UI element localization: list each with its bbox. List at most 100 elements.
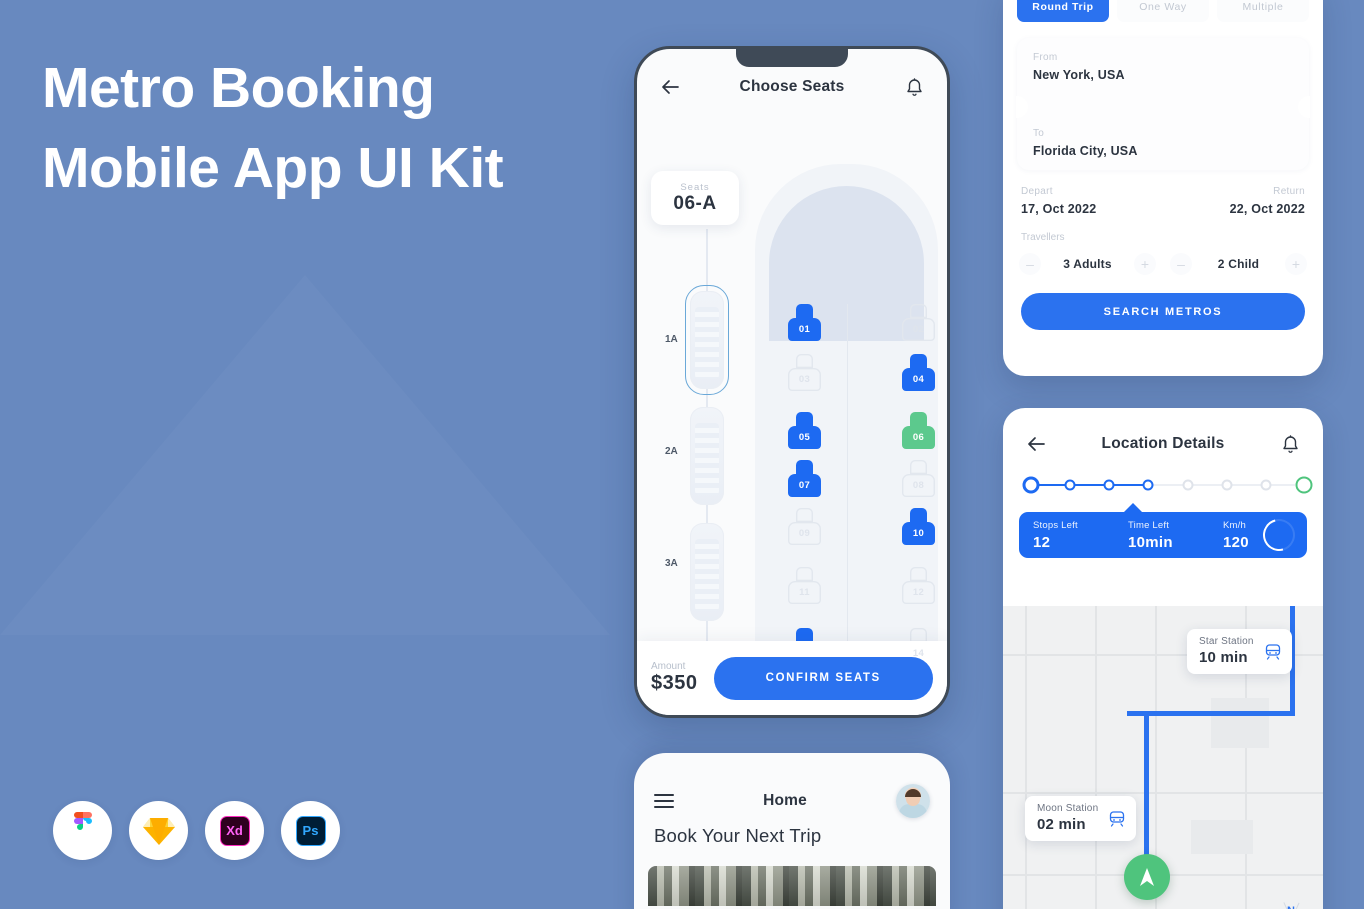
adults-stepper: – 3 Adults + — [1019, 253, 1156, 275]
tab-multiple[interactable]: Multiple — [1217, 0, 1309, 22]
tool-badges: Xd Ps — [53, 801, 340, 860]
compass-control[interactable]: N — [1271, 899, 1311, 909]
journey-progress — [1022, 474, 1313, 496]
location-appbar: Location Details — [1003, 408, 1323, 464]
seat-11[interactable]: 11 — [788, 567, 821, 604]
seat-12[interactable]: 12 — [902, 567, 935, 604]
seat-08[interactable]: 08 — [902, 460, 935, 497]
payment-bar: Amount $350 CONFIRM SEATS — [637, 641, 947, 715]
carriage-3a[interactable] — [690, 523, 724, 621]
child-value: 2 Child — [1217, 257, 1260, 271]
return-value: 22, Oct 2022 — [1229, 202, 1305, 216]
sketch-icon — [142, 817, 175, 845]
confirm-seats-button[interactable]: CONFIRM SEATS — [713, 656, 933, 700]
stop-dot-4[interactable] — [1142, 479, 1154, 491]
star-station-label[interactable]: Star Station 10 min — [1187, 629, 1292, 674]
location-notifications-button[interactable] — [1277, 431, 1303, 457]
depart-field[interactable]: Depart 17, Oct 2022 — [1021, 186, 1096, 216]
stop-dot-3[interactable] — [1103, 479, 1115, 491]
menu-button[interactable] — [654, 794, 674, 808]
child-stepper: – 2 Child + — [1170, 253, 1307, 275]
arrow-left-icon — [1028, 437, 1045, 451]
figma-icon — [73, 811, 92, 830]
location-title: Location Details — [1101, 435, 1225, 452]
child-decrement-button[interactable]: – — [1170, 253, 1192, 275]
stops-left-stat: Stops Left 12 — [1033, 520, 1128, 551]
speed-value: 120 — [1223, 533, 1249, 551]
photoshop-badge[interactable]: Ps — [281, 801, 340, 860]
moon-station-label[interactable]: Moon Station 02 min — [1025, 796, 1137, 841]
route-spacer — [1033, 82, 1293, 128]
carriage-label-3: 3A — [665, 558, 678, 569]
stop-dot-2[interactable] — [1064, 479, 1076, 491]
stats-caret — [1123, 503, 1143, 513]
tab-one-way[interactable]: One Way — [1117, 0, 1209, 22]
to-field[interactable]: To Florida City, USA — [1033, 128, 1293, 158]
carriage-selector[interactable]: 1A 2A 3A — [665, 229, 733, 659]
adults-decrement-button[interactable]: – — [1019, 253, 1041, 275]
seat-05[interactable]: 05 — [788, 412, 821, 449]
stop-dot-5[interactable] — [1182, 479, 1194, 491]
travellers-label: Travellers — [1021, 232, 1065, 243]
avatar[interactable] — [896, 784, 930, 818]
carriage-label-1: 1A — [665, 334, 678, 345]
notifications-button[interactable] — [901, 74, 927, 100]
seat-04[interactable]: 04 — [902, 354, 935, 391]
dates-row: Depart 17, Oct 2022 Return 22, Oct 2022 — [1017, 186, 1309, 216]
seat-09[interactable]: 09 — [788, 508, 821, 545]
home-screen: Home Book Your Next Trip — [634, 753, 950, 909]
trip-photo-card[interactable] — [648, 866, 936, 906]
location-back-button[interactable] — [1023, 431, 1049, 457]
adults-increment-button[interactable]: + — [1134, 253, 1156, 275]
home-appbar: Home — [634, 753, 950, 823]
amount-value: $350 — [651, 672, 698, 694]
speed-stat: Km/h 120 — [1223, 520, 1249, 551]
stop-dot-8[interactable] — [1295, 476, 1313, 494]
return-field[interactable]: Return 22, Oct 2022 — [1230, 186, 1305, 216]
speed-label: Km/h — [1223, 519, 1246, 531]
seat-03[interactable]: 03 — [788, 354, 821, 391]
child-increment-button[interactable]: + — [1285, 253, 1307, 275]
to-label: To — [1033, 128, 1045, 139]
navigation-arrow-icon — [1140, 868, 1154, 886]
from-label: From — [1033, 52, 1058, 63]
screen-title: Choose Seats — [739, 78, 845, 95]
seat-02[interactable]: 02 — [902, 304, 935, 341]
route-map[interactable]: Star Station 10 min Moon Station 02 min — [1003, 606, 1323, 909]
progress-fill — [1031, 484, 1149, 486]
current-location-pin[interactable] — [1124, 854, 1170, 900]
from-field[interactable]: From New York, USA — [1033, 52, 1293, 82]
moon-station-name: Moon Station — [1037, 803, 1099, 814]
seats-badge-label: Seats — [680, 181, 710, 193]
sketch-badge[interactable] — [129, 801, 188, 860]
figma-badge[interactable] — [53, 801, 112, 860]
seat-01[interactable]: 01 — [788, 304, 821, 341]
carriage-2a[interactable] — [690, 407, 724, 505]
stop-dot-6[interactable] — [1221, 479, 1233, 491]
seat-10[interactable]: 10 — [902, 508, 935, 545]
search-metros-button[interactable]: SEARCH METROS — [1021, 293, 1305, 330]
seat-07[interactable]: 07 — [788, 460, 821, 497]
bell-icon — [906, 77, 922, 96]
tab-round-trip[interactable]: Round Trip — [1017, 0, 1109, 22]
arrow-left-icon — [662, 80, 679, 94]
seat-06[interactable]: 06 — [902, 412, 935, 449]
amount-label: Amount — [651, 661, 686, 672]
hamburger-menu-icon — [654, 794, 674, 796]
return-label: Return — [1273, 186, 1305, 197]
star-station-eta: 10 min — [1199, 649, 1248, 666]
page-title-line-2: Mobile App UI Kit — [42, 136, 504, 200]
stop-dot-1[interactable] — [1022, 476, 1040, 494]
stop-dot-7[interactable] — [1260, 479, 1272, 491]
time-left-label: Time Left — [1128, 519, 1170, 531]
adults-value: 3 Adults — [1063, 257, 1112, 271]
journey-stats-panel: Stops Left 12 Time Left 10min Km/h 120 — [1019, 503, 1307, 558]
seat-map: 01 02 03 04 05 06 07 08 09 10 11 12 13 1… — [755, 164, 938, 682]
stops-left-label: Stops Left — [1033, 519, 1078, 531]
page-title: Metro Booking Mobile App UI Kit — [42, 48, 504, 208]
photoshop-icon: Ps — [295, 815, 326, 846]
adobe-xd-badge[interactable]: Xd — [205, 801, 264, 860]
seats-badge-value: 06-A — [673, 192, 717, 214]
bell-icon — [1282, 434, 1298, 453]
back-button[interactable] — [657, 74, 683, 100]
